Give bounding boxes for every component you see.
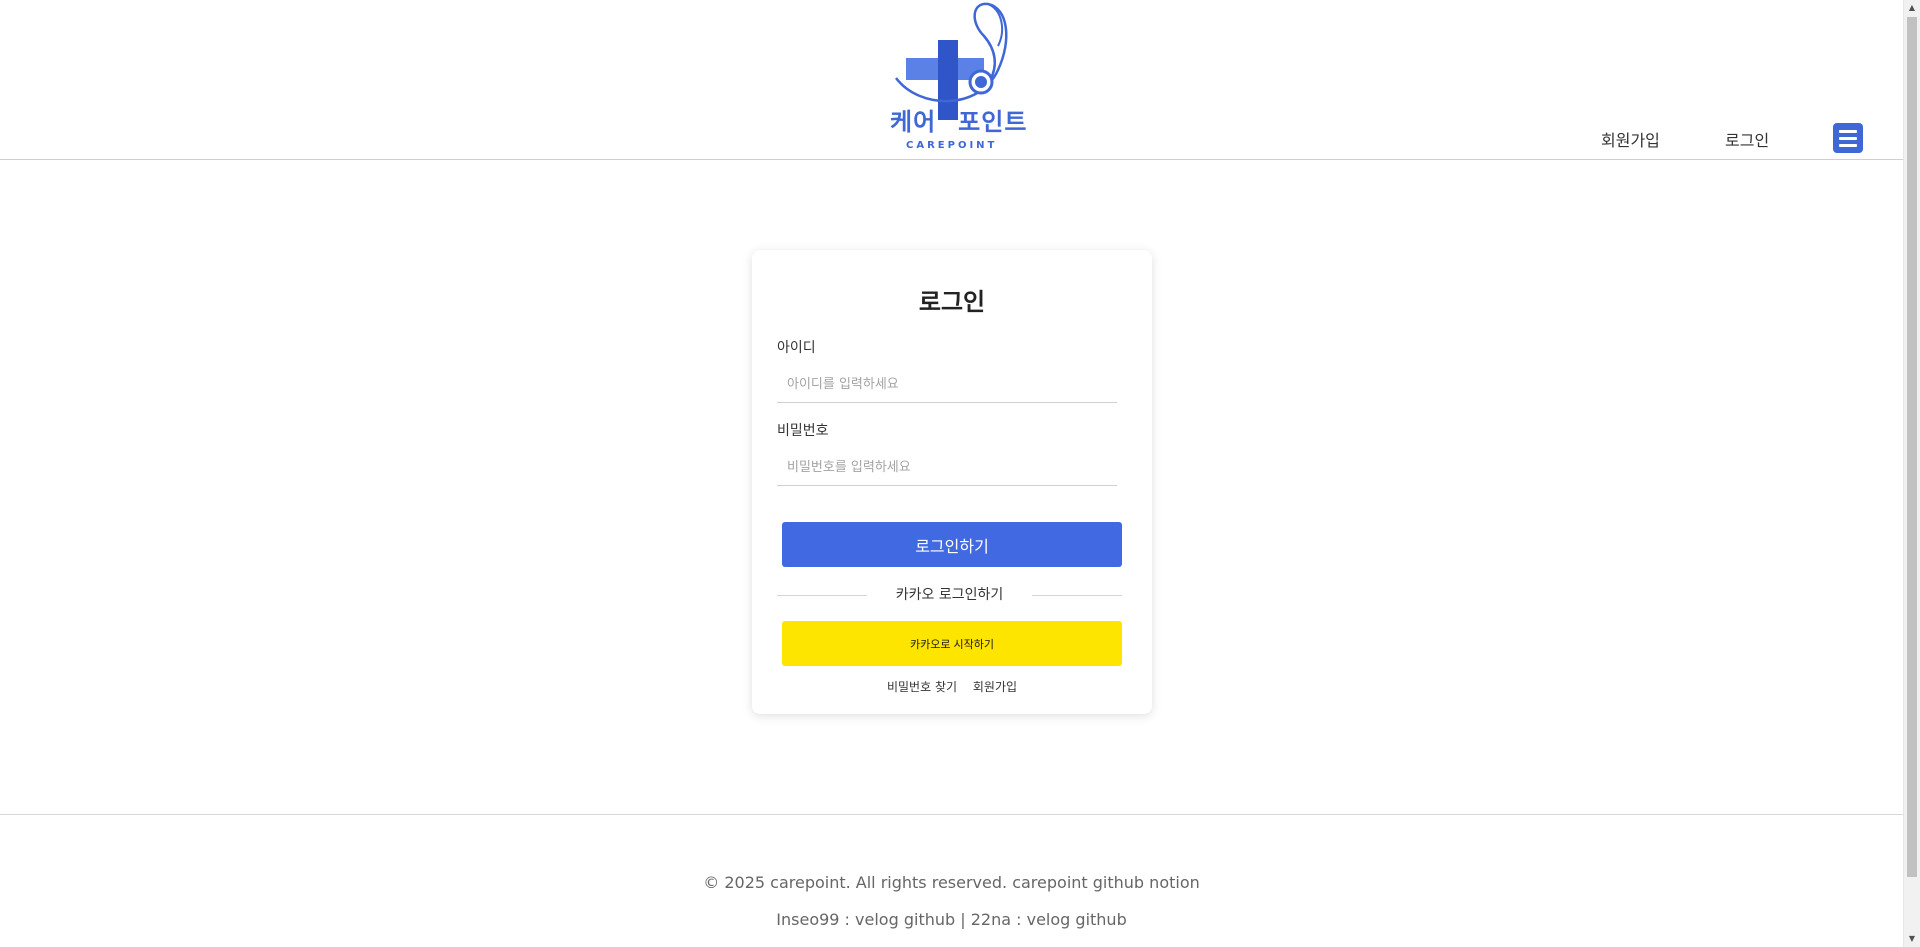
kakao-login-button[interactable]: 카카오로 시작하기 <box>782 621 1122 666</box>
member1-velog-link[interactable]: velog <box>855 910 899 929</box>
logo-korean-text: 케어 포인트 <box>890 102 1027 137</box>
scroll-down-arrow-icon[interactable]: ▼ <box>1904 931 1920 947</box>
member2-name: 22na : <box>970 910 1022 929</box>
carepoint-github-link[interactable]: carepoint github <box>1012 873 1144 892</box>
logo-text-care: 케어 <box>890 108 937 136</box>
id-input[interactable] <box>777 367 1117 403</box>
scroll-up-arrow-icon[interactable]: ▲ <box>1904 0 1920 16</box>
member1-name: Inseo99 : <box>776 910 850 929</box>
member1-github-link[interactable]: github <box>904 910 955 929</box>
menu-bar <box>1839 136 1857 140</box>
page: 케어 포인트 CAREPOINT 회원가입 로그인 로그인 비밀번호 찾기 회원가… <box>0 0 1903 947</box>
copyright-text: © 2025 carepoint. All rights reserved. <box>703 873 1008 892</box>
card-links: 비밀번호 찾기 회원가입 <box>752 678 1152 695</box>
menu-bar <box>1839 143 1857 147</box>
vertical-scrollbar[interactable]: ▲ ▼ <box>1903 0 1920 947</box>
member-separator: | <box>960 910 966 929</box>
divider-line-right <box>1032 595 1122 596</box>
member2-velog-link[interactable]: velog <box>1027 910 1071 929</box>
hamburger-menu-icon[interactable] <box>1833 123 1863 153</box>
logo-text-point: 포인트 <box>958 108 1028 136</box>
password-input[interactable] <box>777 450 1117 486</box>
signup-link[interactable]: 회원가입 <box>973 680 1017 694</box>
password-label: 비밀번호 <box>777 423 829 439</box>
footer-copyright-line: © 2025 carepoint. All rights reserved. c… <box>0 873 1903 892</box>
menu-bar <box>1839 129 1857 133</box>
scrollbar-thumb[interactable] <box>1907 17 1917 877</box>
nav-signup-link[interactable]: 회원가입 <box>1601 127 1660 151</box>
kakao-divider: 카카오 로그인하기 <box>777 584 1122 606</box>
notion-link[interactable]: notion <box>1149 873 1200 892</box>
header: 케어 포인트 CAREPOINT 회원가입 로그인 <box>0 0 1903 160</box>
login-submit-button[interactable]: 로그인하기 <box>782 522 1122 567</box>
logo-english-text: CAREPOINT <box>906 140 998 151</box>
login-title: 로그인 <box>918 288 986 316</box>
footer: © 2025 carepoint. All rights reserved. c… <box>0 814 1903 947</box>
nav-login-link[interactable]: 로그인 <box>1725 127 1769 151</box>
carepoint-logo[interactable]: 케어 포인트 CAREPOINT <box>880 0 1027 158</box>
id-label: 아이디 <box>777 340 816 356</box>
member2-github-link[interactable]: github <box>1075 910 1126 929</box>
find-password-link[interactable]: 비밀번호 찾기 <box>887 680 957 694</box>
footer-members-line: Inseo99 : velog github | 22na : velog gi… <box>0 910 1903 929</box>
